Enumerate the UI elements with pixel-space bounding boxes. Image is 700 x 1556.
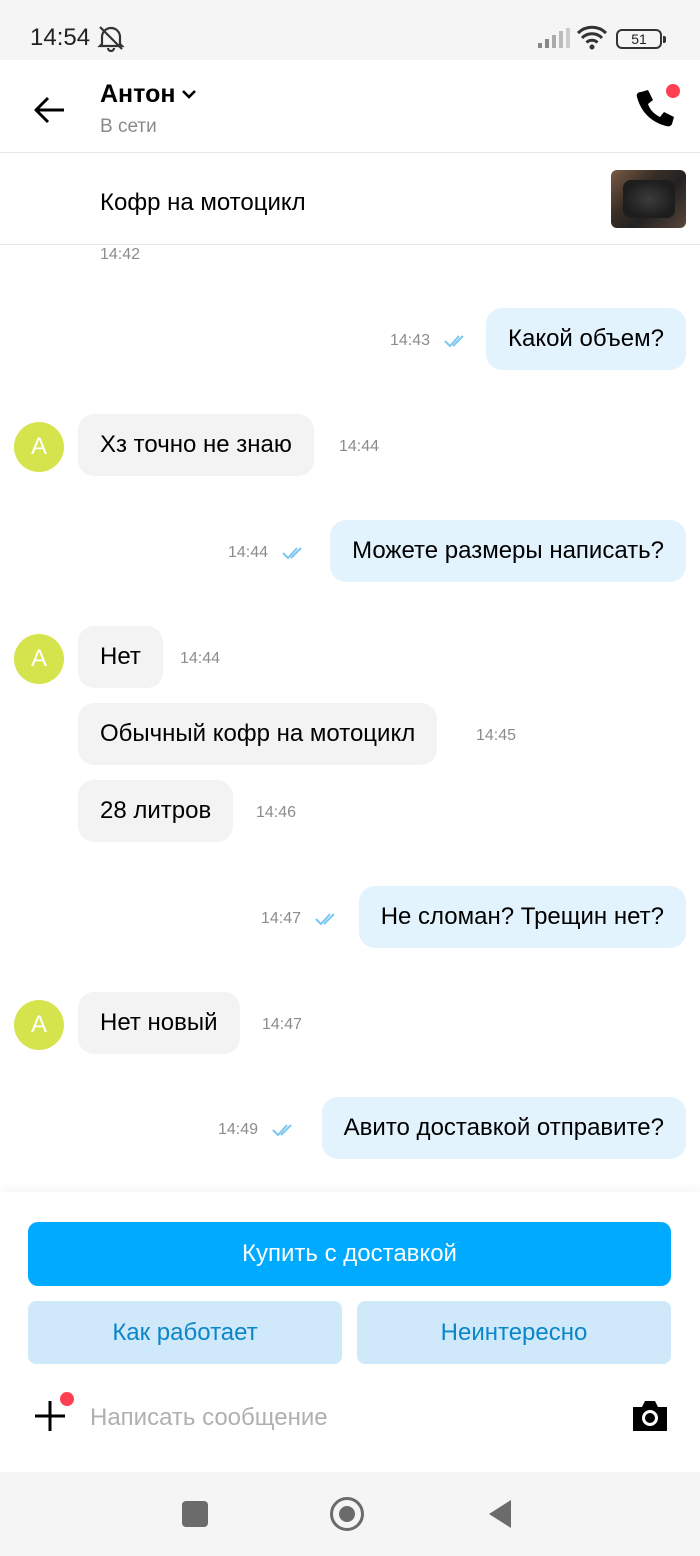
- message-time: 14:47: [261, 910, 302, 927]
- camera-icon[interactable]: [630, 1398, 670, 1434]
- status-time: 14:54: [30, 24, 91, 51]
- message-text: Хз точно не знаю: [100, 431, 292, 458]
- avatar[interactable]: А: [14, 422, 64, 472]
- incoming-message[interactable]: Нет: [78, 626, 163, 688]
- incoming-message[interactable]: Нет новый: [78, 992, 240, 1054]
- message-list[interactable]: 14:42 Какой объем? 14:43 А Хз точно не з…: [0, 246, 700, 1192]
- listing-bar[interactable]: Кофр на мотоцикл: [0, 153, 700, 245]
- not-interested-button[interactable]: Неинтересно: [357, 1301, 671, 1364]
- message-time: 14:43: [390, 332, 431, 349]
- message-time: 14:42: [100, 246, 141, 263]
- outgoing-message[interactable]: Авито доставкой отправите?: [321, 1097, 686, 1159]
- contact-status: В сети: [100, 116, 157, 137]
- buy-with-delivery-button[interactable]: Купить с доставкой: [28, 1222, 671, 1286]
- message-time: 14:49: [218, 1121, 259, 1138]
- attach-button[interactable]: [32, 1392, 74, 1434]
- message-time: 14:44: [339, 438, 380, 455]
- signal-icon: [538, 28, 570, 48]
- listing-title[interactable]: Кофр на мотоцикл: [100, 189, 306, 217]
- alarm-off-icon: [97, 26, 125, 52]
- incoming-message[interactable]: Обычный кофр на мотоцикл: [78, 703, 438, 765]
- listing-thumbnail[interactable]: [611, 170, 686, 228]
- wifi-icon: [577, 25, 607, 50]
- bottom-panel: Купить с доставкой Как работает Неинтере…: [0, 1192, 700, 1472]
- read-checkmarks-icon: [315, 913, 335, 926]
- home-button[interactable]: [330, 1497, 364, 1531]
- read-checkmarks-icon: [282, 547, 302, 560]
- message-time: 14:45: [476, 727, 517, 744]
- contact-name[interactable]: Антон: [100, 80, 175, 109]
- message-time: 14:46: [256, 804, 297, 821]
- chevron-down-icon[interactable]: [181, 88, 197, 100]
- avatar[interactable]: А: [14, 1000, 64, 1050]
- system-nav-bar: [0, 1472, 700, 1556]
- message-text: Нет: [100, 643, 141, 670]
- call-button[interactable]: [633, 84, 680, 130]
- notification-dot: [666, 84, 680, 98]
- message-time: 14:44: [228, 544, 269, 561]
- read-checkmarks-icon: [272, 1124, 292, 1137]
- status-bar: 14:54 51: [0, 0, 700, 60]
- incoming-message[interactable]: 28 литров: [78, 780, 234, 842]
- message-text: Обычный кофр на мотоцикл: [100, 720, 416, 747]
- message-input[interactable]: [90, 1400, 590, 1436]
- outgoing-message[interactable]: Можете размеры написать?: [330, 520, 686, 582]
- message-text: Не сломан? Трещин нет?: [380, 903, 664, 930]
- message-text: Авито доставкой отправите?: [343, 1114, 664, 1141]
- battery-icon: 51: [616, 29, 666, 49]
- back-triangle-icon[interactable]: [487, 1498, 513, 1530]
- back-arrow-icon[interactable]: [30, 90, 70, 130]
- recent-apps-button[interactable]: [182, 1501, 208, 1527]
- outgoing-message[interactable]: Какой объем?: [485, 308, 686, 370]
- how-it-works-button[interactable]: Как работает: [28, 1301, 342, 1364]
- outgoing-message[interactable]: Не сломан? Трещин нет?: [358, 886, 686, 948]
- incoming-message[interactable]: Хз точно не знаю: [78, 414, 314, 476]
- message-time: 14:47: [262, 1016, 303, 1033]
- message-text: Можете размеры написать?: [352, 537, 664, 564]
- avatar[interactable]: А: [14, 634, 64, 684]
- message-text: Нет новый: [100, 1009, 218, 1036]
- message-text: Какой объем?: [507, 325, 664, 352]
- message-time: 14:44: [180, 650, 221, 667]
- chat-header: Антон В сети: [0, 60, 700, 153]
- notification-dot: [60, 1392, 74, 1406]
- message-text: 28 литров: [100, 797, 212, 824]
- read-checkmarks-icon: [444, 335, 464, 348]
